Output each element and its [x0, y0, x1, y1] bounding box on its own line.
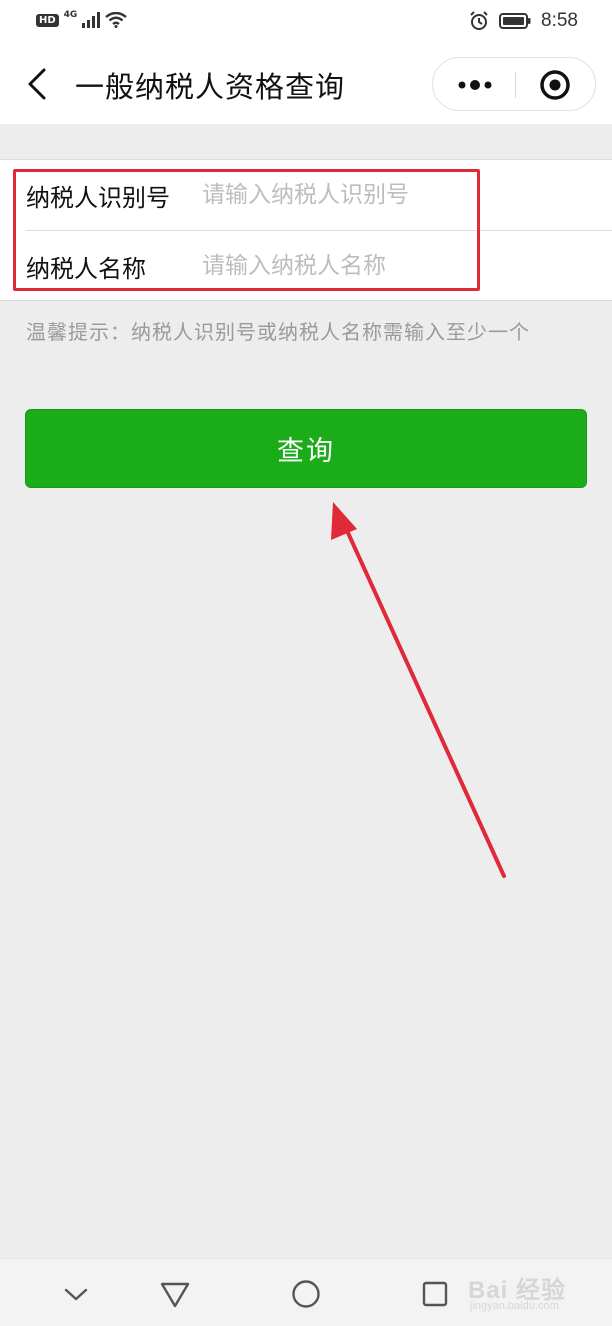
- back-triangle-icon[interactable]: [158, 1277, 192, 1311]
- hd-badge: HD: [36, 13, 59, 27]
- query-form: 纳税人识别号 纳税人名称: [0, 159, 612, 301]
- more-dots-icon[interactable]: [457, 77, 493, 93]
- taxpayer-name-input[interactable]: [202, 246, 592, 286]
- taxpayer-name-label: 纳税人名称: [26, 254, 146, 283]
- network-type-label: 4G: [63, 10, 78, 20]
- nav-bar: 一般纳税人资格查询: [0, 44, 612, 124]
- taxpayer-name-row: 纳税人名称: [0, 231, 612, 301]
- status-left: HD 4G: [36, 10, 128, 28]
- target-circle-icon[interactable]: [539, 69, 571, 101]
- home-circle-icon[interactable]: [289, 1277, 323, 1311]
- taxpayer-id-label: 纳税人识别号: [26, 183, 170, 212]
- taxpayer-id-row: 纳税人识别号: [0, 160, 612, 230]
- status-bar: HD 4G 8:58: [0, 0, 612, 44]
- page-title: 一般纳税人资格查询: [75, 70, 346, 104]
- alarm-icon: [470, 11, 488, 30]
- taxpayer-id-input[interactable]: [202, 175, 592, 215]
- system-nav-bar: [0, 1258, 612, 1326]
- chevron-left-icon[interactable]: [24, 66, 54, 102]
- hint-text: 温馨提示：纳税人识别号或纳税人名称需输入至少一个: [26, 320, 530, 344]
- signal-icon: [82, 12, 101, 28]
- battery-icon: [499, 13, 531, 29]
- status-right: 8:58: [469, 10, 578, 32]
- collapse-chevron-icon[interactable]: [59, 1277, 93, 1311]
- query-button[interactable]: 查询: [25, 409, 587, 488]
- capsule-divider: [515, 72, 516, 98]
- recent-square-icon[interactable]: [418, 1277, 452, 1311]
- wifi-icon: [105, 12, 128, 28]
- mini-program-capsule: [432, 57, 596, 111]
- clock: 8:58: [541, 10, 578, 31]
